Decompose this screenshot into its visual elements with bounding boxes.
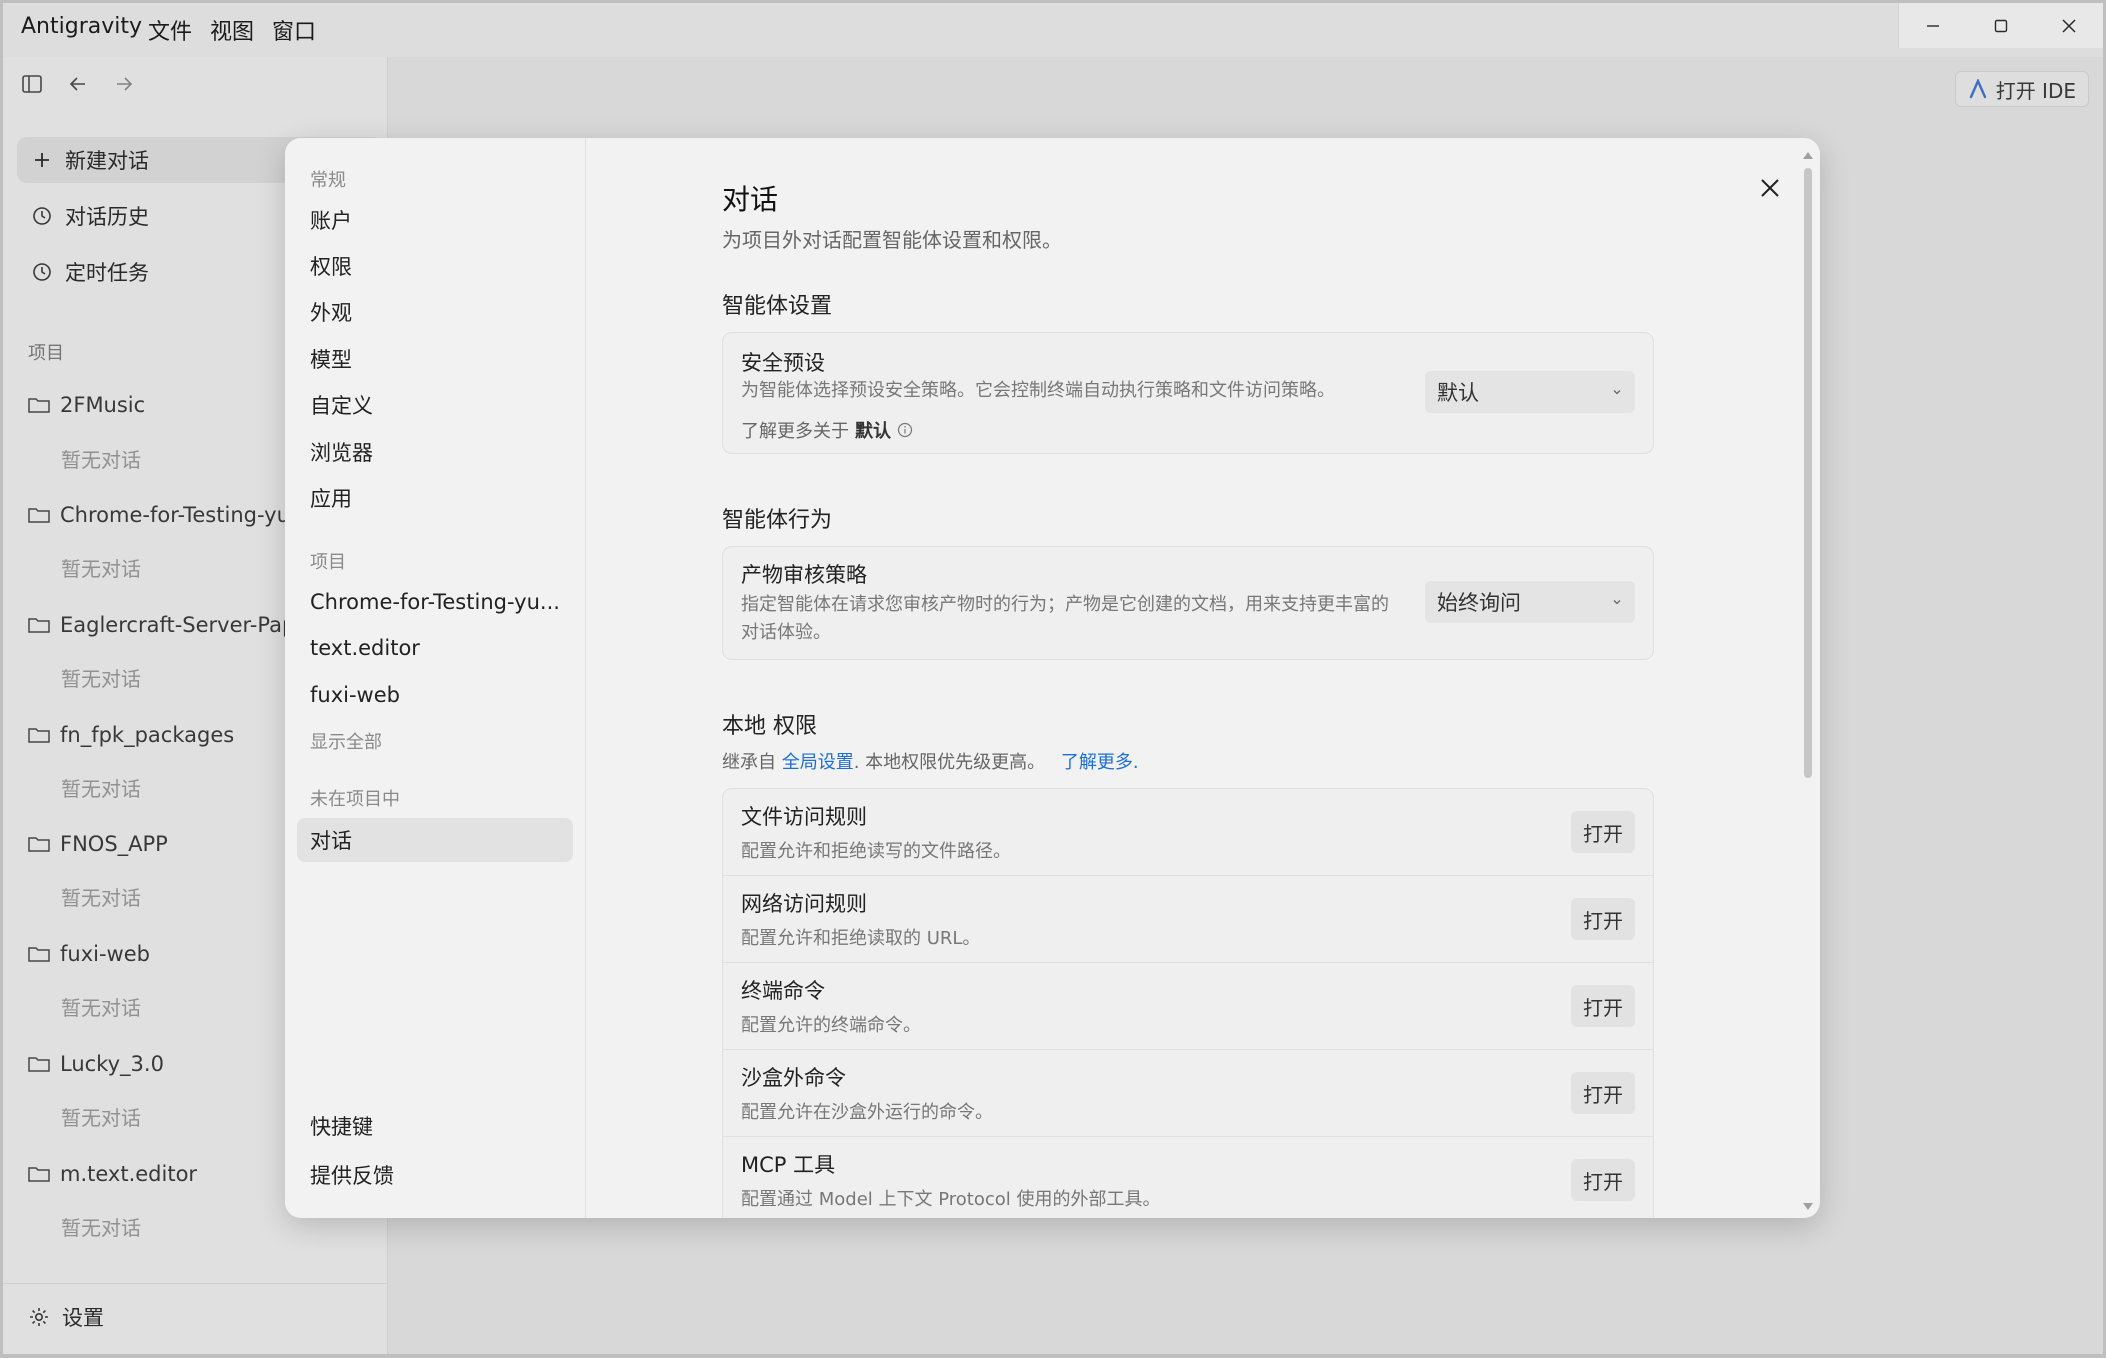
nav-item-models[interactable]: 模型 — [297, 337, 573, 381]
nav-item-browser[interactable]: 浏览器 — [297, 430, 573, 474]
nav-item-conversation[interactable]: 对话 — [297, 818, 573, 862]
nav-item-shortcuts[interactable]: 快捷键 — [297, 1104, 573, 1148]
page-title: 对话 — [722, 183, 779, 216]
open-terminal-commands-button[interactable]: 打开 — [1571, 985, 1635, 1027]
scroll-up-icon[interactable] — [1802, 150, 1814, 160]
artifact-review-select[interactable]: 始终询问 — [1425, 581, 1635, 623]
security-preset-title: 安全预设 — [741, 351, 825, 375]
scroll-down-icon[interactable] — [1802, 1202, 1814, 1212]
close-modal-button[interactable] — [1756, 174, 1784, 202]
learn-more-link[interactable]: 了解更多 — [1061, 752, 1133, 773]
security-preset-select[interactable]: 默认 — [1425, 371, 1635, 413]
info-icon — [897, 422, 913, 438]
open-sandbox-commands-button[interactable]: 打开 — [1571, 1072, 1635, 1114]
artifact-review-title: 产物审核策略 — [741, 563, 867, 587]
permission-row: 沙盒外命令 配置允许在沙盒外运行的命令。 打开 — [723, 1050, 1653, 1137]
section-local-permissions: 本地 权限 — [722, 714, 817, 739]
security-preset-card: 安全预设 为智能体选择预设安全策略。它会控制终端自动执行策略和文件访问策略。 了… — [722, 332, 1654, 454]
nav-item-project[interactable]: fuxi-web — [297, 673, 573, 717]
nav-item-project[interactable]: text.editor — [297, 626, 573, 670]
nav-group-not-in-project: 未在项目中 — [310, 789, 400, 810]
permission-row: 终端命令 配置允许的终端命令。 打开 — [723, 963, 1653, 1050]
section-agent-behavior: 智能体行为 — [722, 508, 833, 533]
nav-item-project[interactable]: Chrome-for-Testing-yu... — [297, 580, 573, 624]
open-file-access-button[interactable]: 打开 — [1571, 811, 1635, 853]
nav-item-feedback[interactable]: 提供反馈 — [297, 1153, 573, 1197]
settings-content: 对话 为项目外对话配置智能体设置和权限。 智能体设置 安全预设 为智能体选择预设… — [586, 138, 1820, 1218]
close-icon — [1761, 179, 1779, 197]
show-all-link[interactable]: 显示全部 — [310, 728, 382, 754]
nav-item-customize[interactable]: 自定义 — [297, 383, 573, 427]
nav-item-permissions[interactable]: 权限 — [297, 244, 573, 288]
section-agent-settings: 智能体设置 — [722, 294, 833, 319]
artifact-review-desc: 指定智能体在请求您审核产物时的行为；产物是它创建的文档，用来支持更丰富的对话体验… — [741, 594, 1389, 643]
settings-nav: 常规 账户 权限 外观 模型 自定义 浏览器 应用 项目 Chrome-for-… — [285, 138, 586, 1218]
nav-item-account[interactable]: 账户 — [297, 198, 573, 242]
chevron-down-icon — [1613, 390, 1621, 395]
inherit-note: 继承自 全局设置. 本地权限优先级更高。 了解更多. — [722, 752, 1139, 773]
permission-row: 网络访问规则 配置允许和拒绝读取的 URL。 打开 — [723, 876, 1653, 963]
page-subtitle: 为项目外对话配置智能体设置和权限。 — [722, 228, 1062, 252]
open-mcp-tools-button[interactable]: 打开 — [1571, 1159, 1635, 1201]
scrollbar-thumb[interactable] — [1804, 168, 1812, 778]
settings-modal: 常规 账户 权限 外观 模型 自定义 浏览器 应用 项目 Chrome-for-… — [285, 138, 1820, 1218]
nav-group-projects: 项目 — [310, 552, 346, 573]
nav-item-apps[interactable]: 应用 — [297, 476, 573, 520]
global-settings-link[interactable]: 全局设置 — [782, 752, 854, 773]
open-network-access-button[interactable]: 打开 — [1571, 898, 1635, 940]
chevron-down-icon — [1613, 600, 1621, 605]
permissions-list: 文件访问规则 配置允许和拒绝读写的文件路径。 打开 网络访问规则 配置允许和拒绝… — [722, 788, 1654, 1218]
security-preset-desc: 为智能体选择预设安全策略。它会控制终端自动执行策略和文件访问策略。 — [741, 380, 1335, 401]
learn-more-row[interactable]: 了解更多关于 默认 — [741, 417, 913, 443]
permission-row: MCP 工具 配置通过 Model 上下文 Protocol 使用的外部工具。 … — [723, 1137, 1653, 1218]
permission-row: 文件访问规则 配置允许和拒绝读写的文件路径。 打开 — [723, 789, 1653, 876]
nav-group-general: 常规 — [310, 170, 346, 191]
nav-item-appearance[interactable]: 外观 — [297, 290, 573, 334]
artifact-review-card: 产物审核策略 指定智能体在请求您审核产物时的行为；产物是它创建的文档，用来支持更… — [722, 546, 1654, 660]
